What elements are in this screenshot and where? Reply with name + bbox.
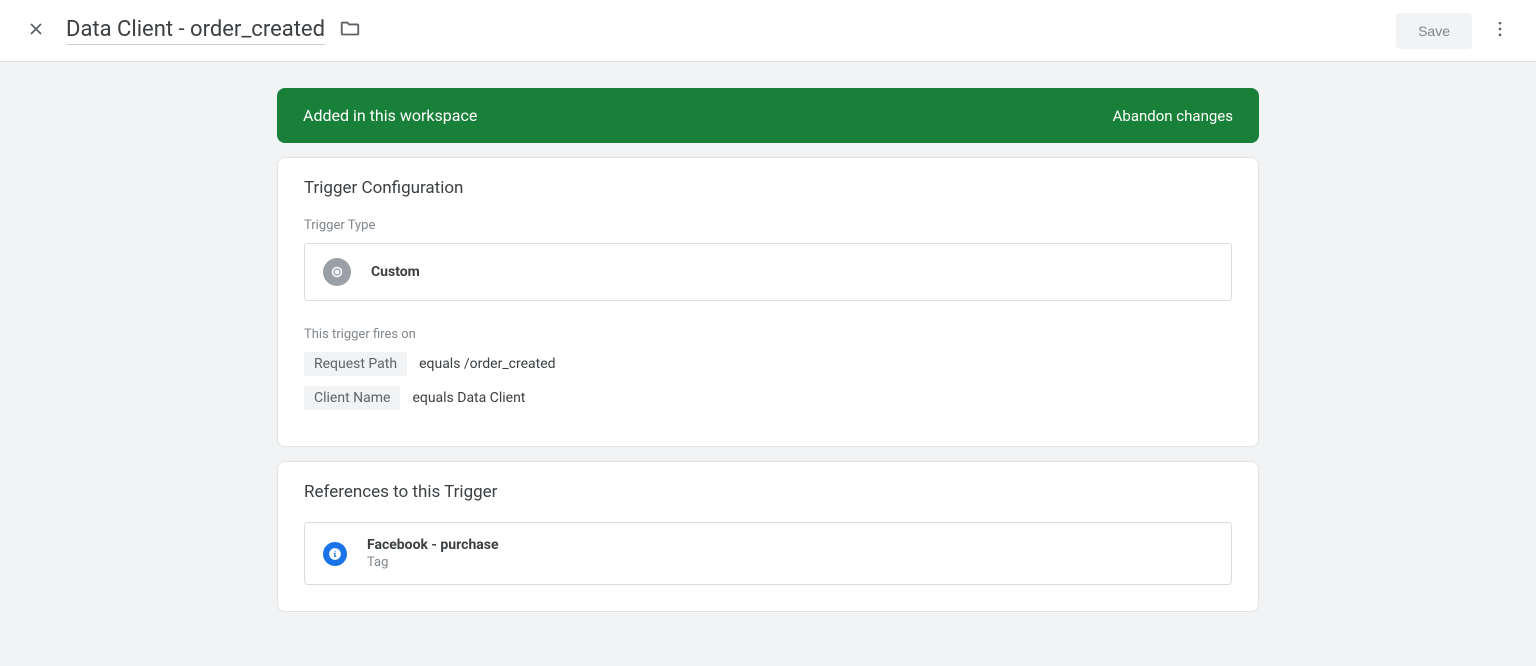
reference-name: Facebook - purchase <box>367 537 499 553</box>
trigger-type-value: Custom <box>371 264 420 280</box>
condition-row: Client Name equals Data Client <box>304 386 1232 410</box>
more-menu-button[interactable] <box>1480 11 1520 51</box>
folder-button[interactable] <box>339 18 361 44</box>
workspace-banner: Added in this workspace Abandon changes <box>277 88 1259 143</box>
references-card: References to this Trigger Facebook - pu… <box>277 461 1259 612</box>
reference-type: Tag <box>367 555 499 570</box>
condition-expression: equals Data Client <box>412 390 525 406</box>
banner-message: Added in this workspace <box>303 106 477 125</box>
more-vert-icon <box>1490 19 1510 43</box>
trigger-type-label: Trigger Type <box>304 218 1232 233</box>
card-title: Trigger Configuration <box>304 178 1232 198</box>
condition-field: Client Name <box>304 386 400 410</box>
title-container: Data Client - order_created <box>66 17 1396 45</box>
close-icon <box>26 19 46 43</box>
card-title: References to this Trigger <box>304 482 1232 502</box>
condition-row: Request Path equals /order_created <box>304 352 1232 376</box>
close-button[interactable] <box>16 11 56 51</box>
reference-text: Facebook - purchase Tag <box>367 537 499 570</box>
header-actions: Save <box>1396 11 1520 51</box>
save-button[interactable]: Save <box>1396 13 1472 49</box>
custom-trigger-icon <box>323 258 351 286</box>
condition-field: Request Path <box>304 352 407 376</box>
main-content: Added in this workspace Abandon changes … <box>277 62 1259 666</box>
tag-icon <box>323 542 347 566</box>
abandon-changes-button[interactable]: Abandon changes <box>1113 107 1233 125</box>
fires-on-label: This trigger fires on <box>304 327 1232 342</box>
condition-expression: equals /order_created <box>419 356 555 372</box>
page-title[interactable]: Data Client - order_created <box>66 17 325 45</box>
trigger-config-card: Trigger Configuration Trigger Type Custo… <box>277 157 1259 447</box>
folder-icon <box>339 18 361 44</box>
reference-item[interactable]: Facebook - purchase Tag <box>304 522 1232 585</box>
page-header: Data Client - order_created Save <box>0 0 1536 62</box>
trigger-type-selector[interactable]: Custom <box>304 243 1232 301</box>
